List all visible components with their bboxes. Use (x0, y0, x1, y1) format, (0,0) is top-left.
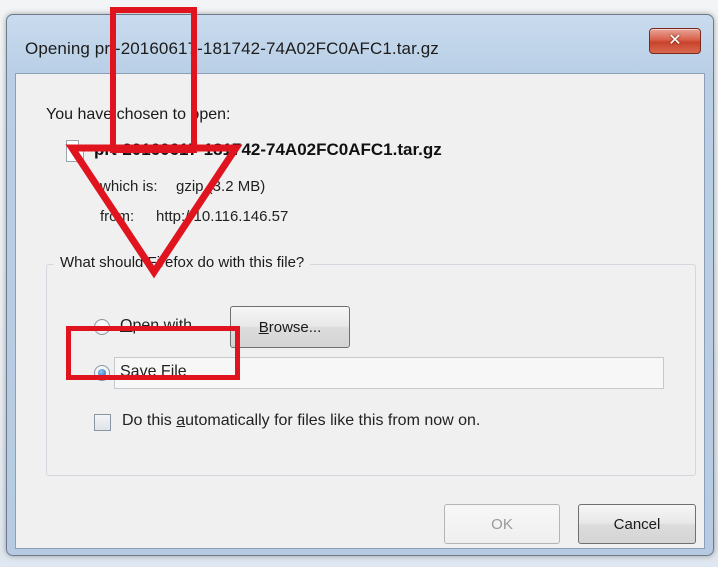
source-url-value: http://10.116.146.57 (156, 208, 289, 225)
save-file-row (114, 357, 664, 389)
file-type-value: gzip (3.2 MB) (176, 178, 266, 195)
action-question: What should Firefox do with this file? (54, 254, 311, 271)
save-file-label[interactable]: Save File (120, 363, 187, 381)
open-with-accel: O (120, 317, 133, 334)
browse-accel: B (258, 318, 269, 336)
auto-checkbox[interactable] (94, 414, 111, 431)
file-icon (66, 140, 84, 162)
save-rest: ave File (130, 363, 187, 380)
which-is-label: which is: (100, 178, 158, 195)
open-with-rest: pen with (132, 317, 193, 334)
browse-rest: rowse... (268, 318, 322, 336)
close-button[interactable]: ✕ (649, 28, 701, 54)
save-accel: S (120, 363, 131, 380)
open-with-label[interactable]: Open with (120, 317, 192, 335)
open-with-radio[interactable] (94, 319, 110, 335)
dialog-body: You have chosen to open: prt-20160617-18… (15, 73, 705, 549)
cancel-button[interactable]: Cancel (578, 504, 696, 544)
auto-prefix: Do this (122, 412, 177, 429)
close-icon: ✕ (668, 32, 682, 49)
auto-accel: a (176, 412, 186, 429)
save-file-radio[interactable] (94, 365, 110, 381)
opening-file-dialog: Opening prt-20160617-181742-74A02FC0AFC1… (6, 14, 714, 556)
title-bar[interactable]: Opening prt-20160617-181742-74A02FC0AFC1… (7, 15, 713, 73)
browse-button[interactable]: Browse... (230, 306, 350, 348)
ok-button[interactable]: OK (444, 504, 560, 544)
auto-checkbox-label[interactable]: Do this automatically for files like thi… (122, 412, 480, 430)
window-title: Opening prt-20160617-181742-74A02FC0AFC1… (25, 39, 439, 58)
file-name: prt-20160617-181742-74A02FC0AFC1.tar.gz (94, 140, 442, 159)
auto-rest: utomatically for files like this from no… (185, 412, 481, 429)
from-label: from: (100, 208, 135, 225)
chosen-to-open-text: You have chosen to open: (46, 106, 231, 123)
